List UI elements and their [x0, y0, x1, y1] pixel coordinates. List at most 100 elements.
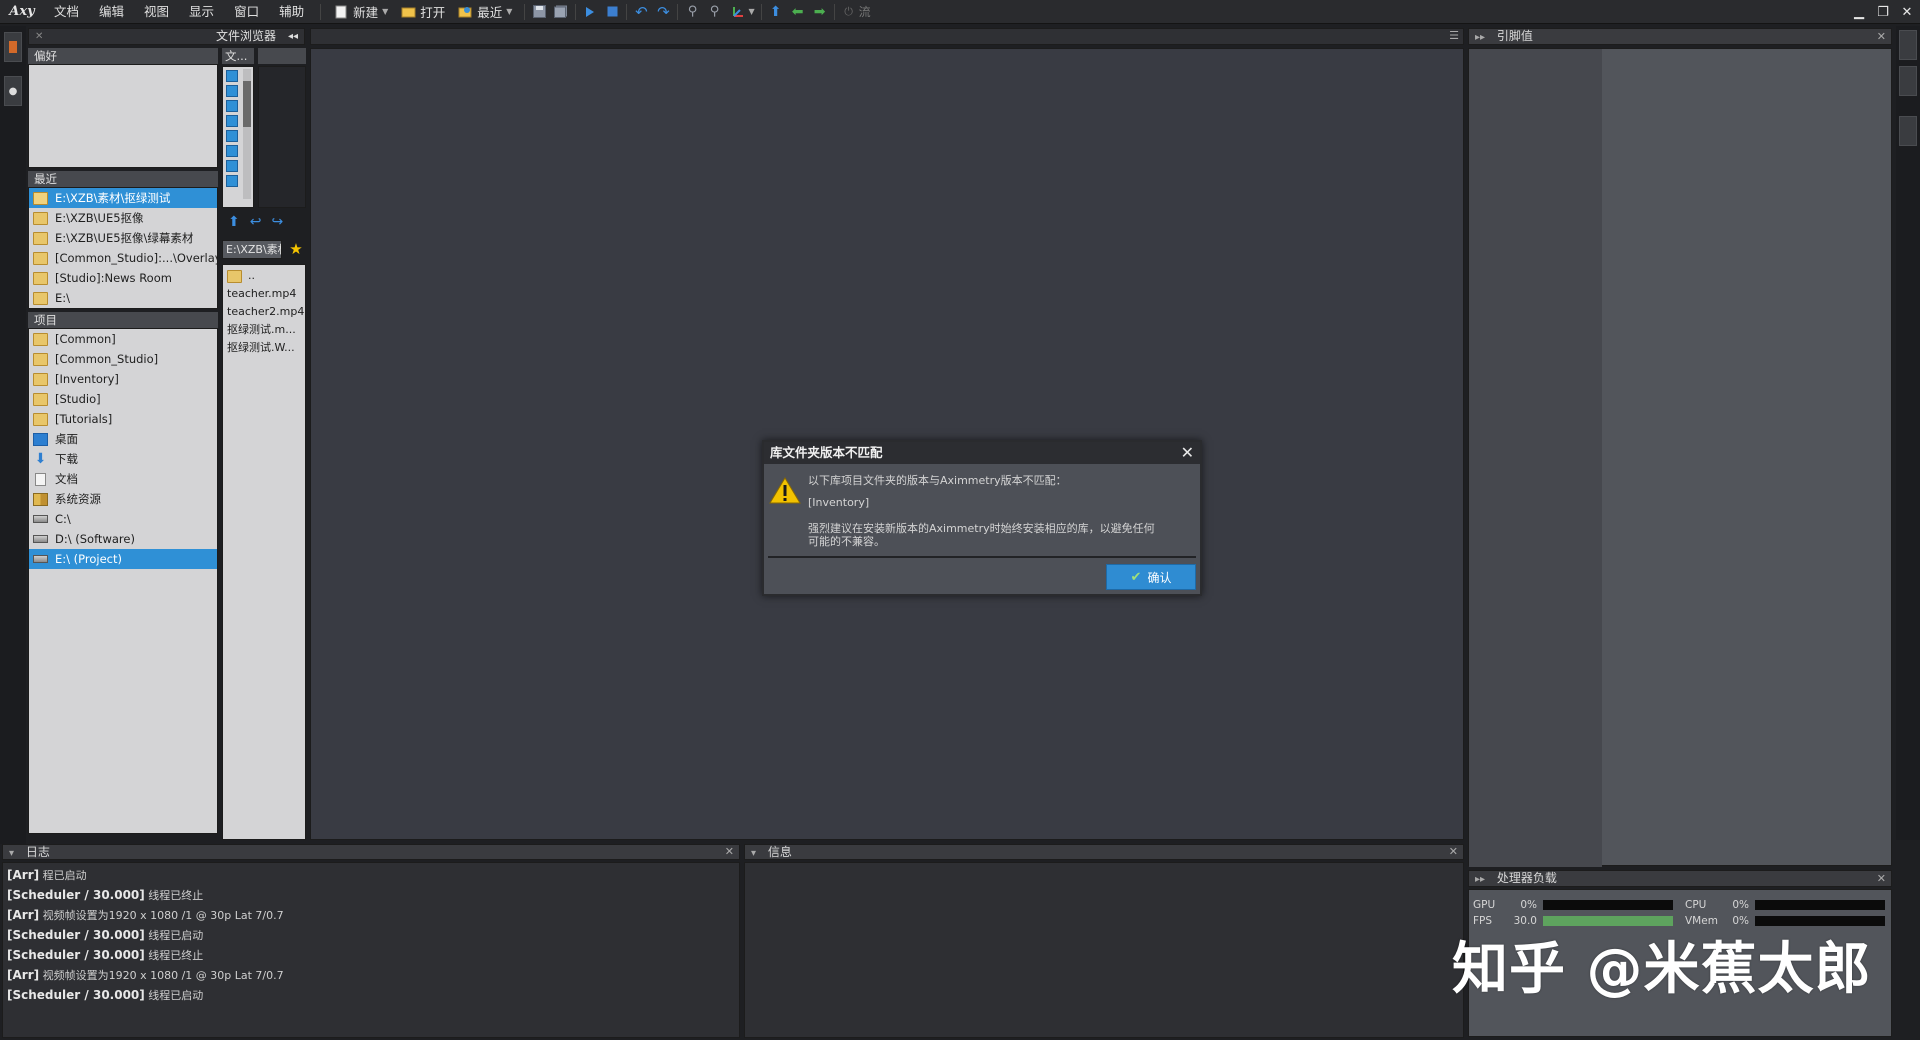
menu-display[interactable]: 显示	[179, 0, 224, 24]
dock-tab-2[interactable]	[1899, 66, 1917, 96]
project-item[interactable]: C:\	[29, 509, 217, 529]
pin-icon[interactable]: ▾	[9, 848, 14, 859]
tree-node[interactable]	[226, 70, 238, 82]
undo-icon[interactable]: ↶	[633, 3, 649, 21]
file-item[interactable]: ..	[223, 267, 305, 285]
log-title: 日志	[25, 845, 50, 859]
menu-help[interactable]: 辅助	[269, 0, 314, 24]
chevron-down-icon[interactable]: ▼	[382, 7, 388, 16]
arrow-right-icon[interactable]: ➡	[812, 4, 828, 20]
tree-node[interactable]	[226, 160, 238, 172]
folder-tree[interactable]	[222, 66, 254, 208]
close-icon[interactable]: ✕	[725, 845, 734, 859]
flow-label[interactable]: 流	[859, 3, 871, 20]
log-panel[interactable]: [Arr] 程已启动 [Scheduler / 30.000] 线程已终止 [A…	[2, 862, 740, 1038]
project-item[interactable]: [Tutorials]	[29, 409, 217, 429]
file-item[interactable]: 抠绿测试.W...	[223, 339, 305, 357]
redo-icon[interactable]: ↷	[655, 3, 671, 21]
zoom-out-icon[interactable]: ⚲	[706, 4, 722, 20]
dock-tab-settings[interactable]	[1899, 116, 1917, 146]
project-item[interactable]: [Common]	[29, 329, 217, 349]
file-item[interactable]: 抠绿测试.m...	[223, 321, 305, 339]
menu-view[interactable]: 视图	[134, 0, 179, 24]
dock-tab-1[interactable]	[1899, 30, 1917, 60]
close-icon[interactable]: ✕	[1877, 871, 1886, 886]
expand-icon[interactable]: ▸▸	[1475, 32, 1485, 43]
tree-node[interactable]	[226, 145, 238, 157]
file-item[interactable]: teacher.mp4	[223, 285, 305, 303]
tree-scrollbar[interactable]	[243, 69, 251, 199]
save-all-icon[interactable]	[553, 4, 569, 20]
info-panel[interactable]	[744, 862, 1464, 1038]
confirm-button[interactable]: ✔ 确认	[1106, 564, 1196, 590]
menu-icon[interactable]: ☰	[1449, 29, 1459, 42]
favorite-star-icon[interactable]: ★	[286, 240, 306, 259]
info-title: 信息	[767, 845, 792, 859]
project-item[interactable]: 桌面	[29, 429, 217, 449]
project-item[interactable]: [Common_Studio]	[29, 349, 217, 369]
project-item[interactable]: 系统资源	[29, 489, 217, 509]
favorites-list[interactable]	[28, 64, 218, 168]
cpu-load-header: ▸▸ 处理器负载 ✕	[1468, 870, 1892, 887]
close-icon[interactable]: ✕	[1449, 845, 1458, 859]
recent-item[interactable]: [Studio]:News Room	[29, 268, 217, 288]
tree-node[interactable]	[226, 175, 238, 187]
project-item[interactable]: D:\ (Software)	[29, 529, 217, 549]
project-item-label: [Common_Studio]	[55, 352, 159, 366]
play-icon[interactable]	[582, 4, 598, 20]
close-icon[interactable]: ✕	[1181, 442, 1194, 464]
warning-icon	[769, 476, 801, 507]
recent-item[interactable]: E:\XZB\UE5抠像\绿幕素材	[29, 228, 217, 248]
tree-node[interactable]	[226, 130, 238, 142]
menu-edit[interactable]: 编辑	[89, 0, 134, 24]
menu-file[interactable]: 文档	[44, 0, 89, 24]
restore-icon[interactable]: ❐	[1874, 5, 1892, 20]
back-icon[interactable]: ↩	[250, 214, 262, 230]
stop-icon[interactable]	[604, 4, 620, 20]
project-item[interactable]: [Studio]	[29, 389, 217, 409]
collapse-icon[interactable]: ◂◂	[288, 29, 298, 44]
new-button[interactable]: 新建 ▼	[327, 0, 394, 24]
dock-tab-scene[interactable]	[4, 32, 22, 62]
project-item[interactable]: 文档	[29, 469, 217, 489]
close-icon[interactable]: ✕	[1877, 29, 1886, 44]
expand-icon[interactable]: ▸▸	[1475, 874, 1485, 885]
folder-icon	[33, 332, 48, 346]
close-icon[interactable]: ✕	[1898, 5, 1916, 20]
recent-item[interactable]: E:\	[29, 288, 217, 308]
chevron-down-icon[interactable]: ▼	[506, 7, 512, 16]
recent-item[interactable]: E:\XZB\UE5抠像	[29, 208, 217, 228]
tree-node[interactable]	[226, 100, 238, 112]
scrollbar-thumb[interactable]	[243, 81, 251, 127]
project-item[interactable]: E:\ (Project)	[29, 549, 217, 569]
pin-icon[interactable]: ▾	[751, 848, 756, 859]
arrow-up-icon[interactable]: ⬆	[768, 4, 784, 20]
chevron-down-icon[interactable]: ▼	[748, 7, 754, 16]
project-item[interactable]: ⬇ 下载	[29, 449, 217, 469]
zoom-in-icon[interactable]: ⚲	[684, 4, 700, 20]
file-item[interactable]: teacher2.mp4	[223, 303, 305, 321]
dock-tab-properties[interactable]: ●	[4, 76, 22, 106]
up-folder-icon[interactable]: ⬆	[228, 214, 240, 230]
scene-icon	[9, 41, 17, 53]
tree-node[interactable]	[226, 115, 238, 127]
path-field[interactable]: E:\XZB\素材\抠绿测试	[222, 240, 282, 259]
log-source: [Scheduler / 30.000]	[7, 928, 145, 942]
recent-item-label: E:\XZB\UE5抠像\绿幕素材	[55, 231, 194, 245]
project-item[interactable]: [Inventory]	[29, 369, 217, 389]
axis-gizmo-icon[interactable]	[730, 4, 746, 20]
close-icon[interactable]: ✕	[35, 29, 43, 44]
recent-item[interactable]: [Common_Studio]:...\Overlays	[29, 248, 217, 268]
menu-window[interactable]: 窗口	[224, 0, 269, 24]
power-icon[interactable]: ⏻	[841, 4, 857, 20]
forward-icon[interactable]: ↪	[271, 214, 283, 230]
save-icon[interactable]	[531, 4, 547, 20]
app-logo: Axy	[9, 4, 35, 19]
recent-button[interactable]: 最近 ▼	[451, 0, 518, 24]
arrow-left-icon[interactable]: ⬅	[790, 4, 806, 20]
recent-item[interactable]: E:\XZB\素材\抠绿测试	[29, 188, 217, 208]
open-button[interactable]: 打开	[394, 0, 451, 24]
project-item-label: [Tutorials]	[55, 412, 113, 426]
tree-node[interactable]	[226, 85, 238, 97]
minimize-icon[interactable]: ▁	[1850, 5, 1868, 20]
